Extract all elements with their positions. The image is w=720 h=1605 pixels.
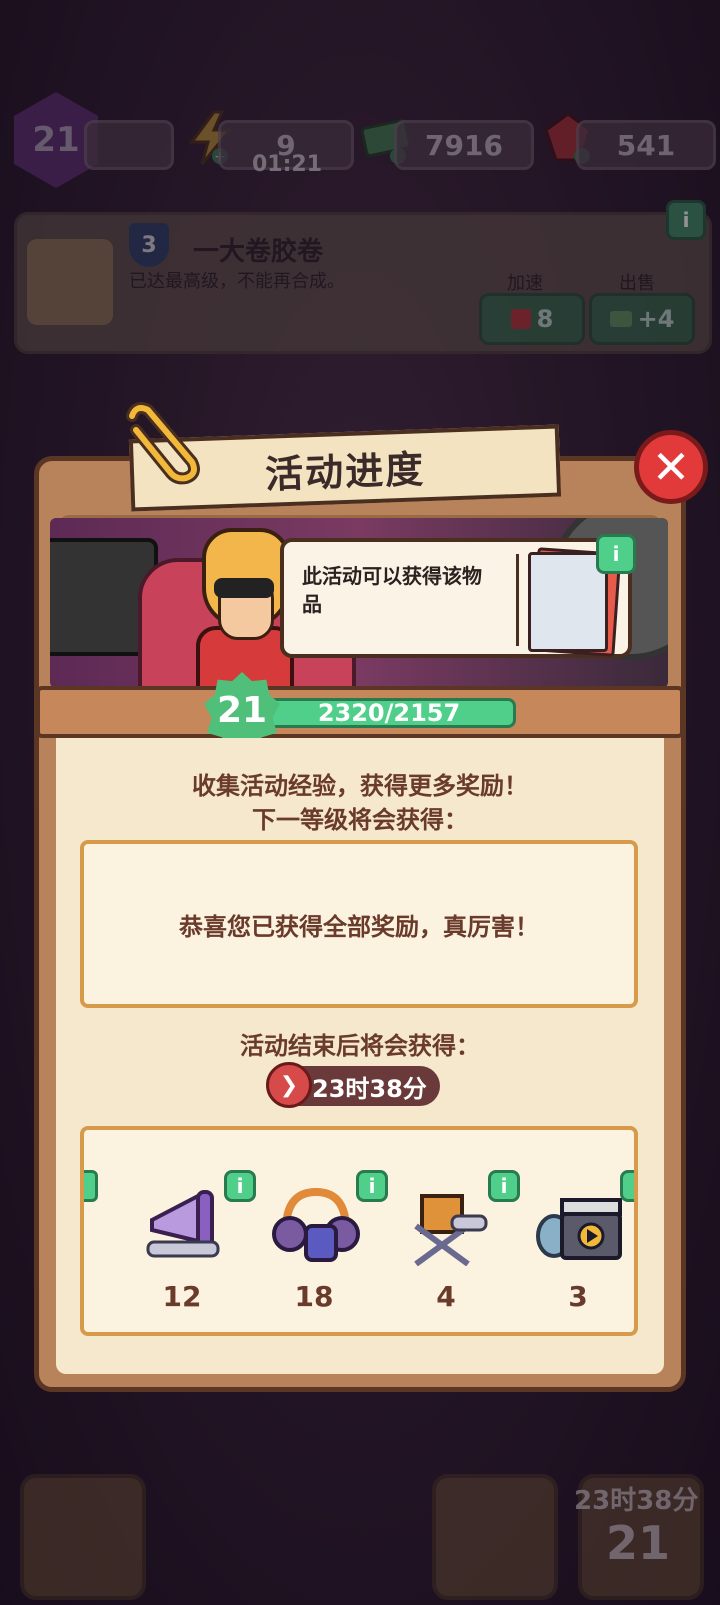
xp-progress-bar: 2320/2157	[262, 698, 516, 728]
reward-count: 3	[568, 1280, 588, 1313]
headphones-icon	[272, 1187, 360, 1262]
film-clapper-icon	[536, 1198, 622, 1260]
event-item-tooltip: 此活动可以获得该物品	[280, 538, 632, 658]
next-level-reward-box: 恭喜您已获得全部奖励，真厉害！	[80, 840, 638, 1008]
director-chair-icon	[414, 1194, 488, 1266]
xp-text: 2320/2157	[317, 699, 461, 727]
reward-item[interactable]: i 18	[248, 1130, 388, 1330]
after-event-label: 活动结束后将会获得：	[240, 1031, 480, 1060]
reward-item[interactable]: i 12	[116, 1130, 256, 1330]
event-level-value: 21	[216, 689, 268, 731]
final-rewards-box[interactable]: i 12 i 18 i 4 i 3	[80, 1126, 638, 1336]
reward-count: 4	[436, 1280, 456, 1313]
sunglasses-icon	[214, 578, 274, 598]
modal-title: 活动进度	[264, 445, 426, 497]
collect-text-line1: 收集活动经验，获得更多奖励！	[192, 771, 528, 800]
event-timer-text: 23时38分	[312, 1074, 427, 1103]
megaphone-icon	[146, 1190, 220, 1258]
close-icon: ✕	[651, 440, 691, 494]
tooltip-info-icon[interactable]: i	[596, 534, 636, 574]
all-rewards-message: 恭喜您已获得全部奖励，真厉害！	[179, 911, 539, 941]
close-button[interactable]: ✕	[634, 430, 708, 504]
tooltip-divider	[516, 554, 519, 646]
tooltip-text: 此活动可以获得该物品	[302, 564, 482, 616]
reward-info-icon[interactable]: i	[620, 1170, 634, 1202]
collect-text-line2: 下一等级将会获得：	[252, 805, 468, 834]
reward-item[interactable]: i 3	[512, 1130, 634, 1330]
partial-info-icon	[84, 1170, 98, 1202]
reward-count: 18	[294, 1280, 334, 1313]
paperclip-icon	[126, 402, 200, 485]
reward-item[interactable]: i 4	[380, 1130, 520, 1330]
clock-icon: ❯	[266, 1062, 312, 1108]
reward-count: 12	[162, 1280, 202, 1313]
